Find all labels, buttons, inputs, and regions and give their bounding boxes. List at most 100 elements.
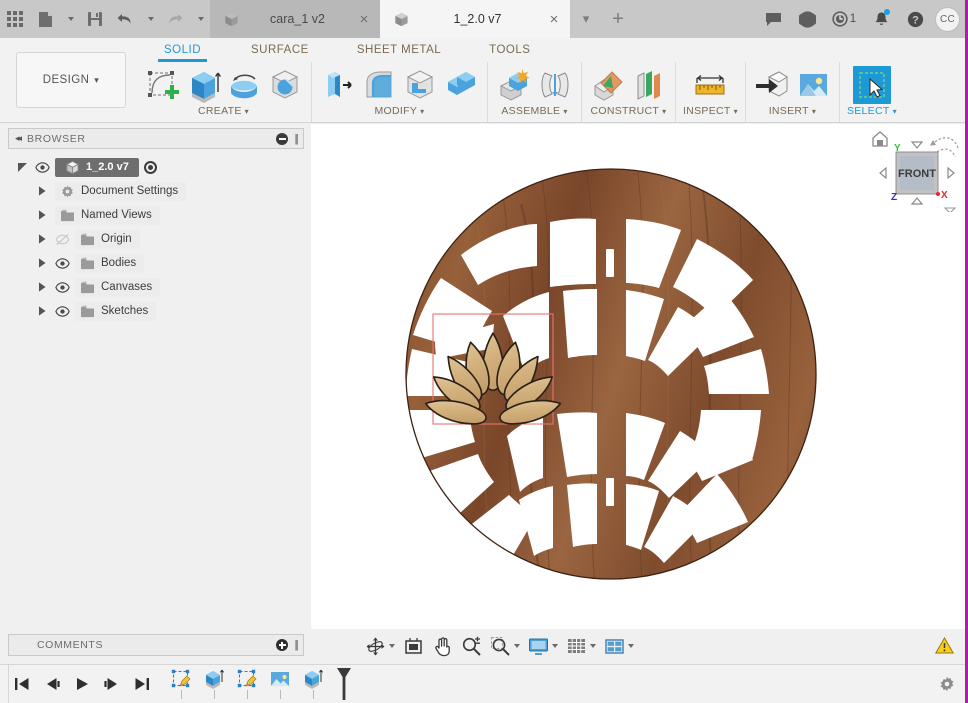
help-icon[interactable]: ? — [898, 0, 932, 38]
tree-item-pill[interactable]: Named Views — [55, 205, 160, 225]
collapse-icon[interactable]: ◂◂ — [15, 133, 22, 144]
plus-circle-icon[interactable] — [276, 639, 289, 651]
warning-triangle-icon[interactable] — [935, 637, 954, 654]
new-tab-button[interactable]: + — [602, 0, 634, 38]
new-file-dropdown[interactable] — [60, 0, 80, 38]
timeline-sketch-1[interactable] — [170, 668, 192, 699]
viewcube-arrow-down[interactable] — [910, 197, 924, 205]
panel-select-label[interactable]: SELECT ▾ — [847, 105, 897, 117]
step-forward-button[interactable] — [102, 674, 122, 694]
shell-icon[interactable] — [401, 66, 439, 104]
pan-control[interactable] — [429, 636, 456, 657]
tab-tools[interactable]: TOOLS — [479, 40, 540, 61]
app-grid-icon[interactable] — [0, 0, 30, 38]
home-icon[interactable] — [872, 131, 888, 147]
chevron-down-icon[interactable] — [590, 644, 596, 648]
play-button[interactable] — [72, 674, 92, 694]
create-sketch-icon[interactable] — [143, 66, 181, 104]
tree-item-pill[interactable]: Bodies — [75, 253, 145, 273]
visibility-eye-icon[interactable] — [35, 160, 50, 175]
activate-component-icon[interactable] — [143, 160, 157, 174]
tree-item-canvases[interactable]: Canvases — [14, 275, 304, 299]
visibility-eye-icon[interactable] — [55, 304, 70, 319]
visibility-eye-icon[interactable] — [55, 256, 70, 271]
grip-icon[interactable]: ||| — [294, 639, 298, 651]
skip-to-start-button[interactable] — [12, 674, 32, 694]
workspace-switcher-button[interactable]: DESIGN ▾ — [16, 52, 126, 108]
plane-three-points-icon[interactable] — [630, 66, 668, 104]
globe-icon[interactable] — [790, 0, 824, 38]
joint-icon[interactable] — [536, 66, 574, 104]
panel-assemble-label[interactable]: ASSEMBLE ▾ — [501, 105, 567, 117]
expand-toggle[interactable] — [14, 162, 30, 172]
notification-bell-icon[interactable] — [864, 0, 898, 38]
tab-solid[interactable]: SOLID — [154, 40, 211, 62]
measure-icon[interactable] — [691, 66, 729, 104]
tab-surface[interactable]: SURFACE — [241, 40, 319, 61]
canvas-image-icon[interactable] — [794, 66, 832, 104]
step-back-button[interactable] — [42, 674, 62, 694]
revolve-icon[interactable] — [225, 66, 263, 104]
expand-toggle[interactable] — [34, 234, 50, 244]
orbit-control[interactable] — [362, 636, 398, 657]
comments-panel-header[interactable]: COMMENTS ||| — [8, 634, 304, 656]
close-icon[interactable]: × — [356, 12, 372, 27]
tree-item-pill[interactable]: Canvases — [75, 277, 161, 297]
expand-toggle[interactable] — [34, 282, 50, 292]
viewcube-arrow-right[interactable] — [947, 166, 955, 180]
tree-item-pill[interactable]: Sketches — [75, 301, 157, 321]
tree-item-pill[interactable]: Origin — [75, 229, 140, 249]
display-settings-icon[interactable] — [528, 636, 549, 657]
tree-item-sketches[interactable]: Sketches — [14, 299, 304, 323]
chevron-down-icon[interactable] — [552, 644, 558, 648]
tree-item-pill[interactable]: Document Settings — [55, 181, 187, 201]
redo-dropdown[interactable] — [190, 0, 210, 38]
select-tool-icon[interactable] — [852, 66, 891, 104]
tree-item-bodies[interactable]: Bodies — [14, 251, 304, 275]
skip-to-end-button[interactable] — [132, 674, 152, 694]
expand-toggle[interactable] — [34, 210, 50, 220]
viewports-icon[interactable] — [604, 636, 625, 657]
tab-sheet-metal[interactable]: SHEET METAL — [347, 40, 451, 61]
panel-create-label[interactable]: CREATE ▾ — [198, 105, 249, 117]
panel-modify-label[interactable]: MODIFY ▾ — [375, 105, 425, 117]
redo-icon[interactable] — [160, 0, 190, 38]
timeline-sketch-2[interactable] — [236, 668, 258, 699]
tree-item-document-settings[interactable]: Document Settings — [14, 179, 304, 203]
orbit-icon[interactable] — [365, 636, 386, 657]
panel-construct-label[interactable]: CONSTRUCT ▾ — [591, 105, 667, 117]
close-icon[interactable]: × — [546, 12, 562, 27]
fit-control[interactable] — [487, 636, 523, 657]
viewcube-arrow-up[interactable] — [910, 141, 924, 149]
tree-root-node[interactable]: 1_2.0 v7 — [14, 155, 304, 179]
grip-icon[interactable]: ||| — [294, 133, 298, 145]
timeline-canvas-1[interactable] — [269, 668, 291, 699]
minus-circle-icon[interactable] — [276, 132, 289, 145]
avatar[interactable]: CC — [935, 6, 960, 32]
new-component-icon[interactable] — [495, 66, 533, 104]
panel-inspect-label[interactable]: INSPECT ▾ — [683, 105, 738, 117]
sphere-icon[interactable] — [266, 66, 304, 104]
gear-icon[interactable] — [938, 675, 956, 693]
chevron-down-icon[interactable] — [389, 644, 395, 648]
fillet-icon[interactable] — [360, 66, 398, 104]
press-pull-icon[interactable] — [319, 66, 357, 104]
expand-toggle[interactable] — [34, 186, 50, 196]
zoom-control[interactable] — [458, 636, 485, 657]
undo-dropdown[interactable] — [140, 0, 160, 38]
viewcube-menu-arrow[interactable] — [943, 207, 957, 214]
offset-plane-icon[interactable] — [589, 66, 627, 104]
viewcube-arrow-left[interactable] — [879, 166, 887, 180]
insert-derive-icon[interactable] — [753, 66, 791, 104]
grid-snaps-control[interactable] — [563, 636, 599, 657]
tree-item-origin[interactable]: Origin — [14, 227, 304, 251]
expand-toggle[interactable] — [34, 258, 50, 268]
3d-viewport[interactable]: FRONT Y Z X — [311, 124, 965, 629]
new-file-icon[interactable] — [30, 0, 60, 38]
chevron-down-icon[interactable] — [514, 644, 520, 648]
timeline-marker[interactable] — [337, 668, 351, 700]
view-cube[interactable]: FRONT Y Z X — [861, 126, 963, 214]
visibility-eye-icon[interactable] — [55, 280, 70, 295]
comment-icon[interactable] — [756, 0, 790, 38]
document-tab-cara_1[interactable]: cara_1 v2 × — [210, 0, 380, 38]
